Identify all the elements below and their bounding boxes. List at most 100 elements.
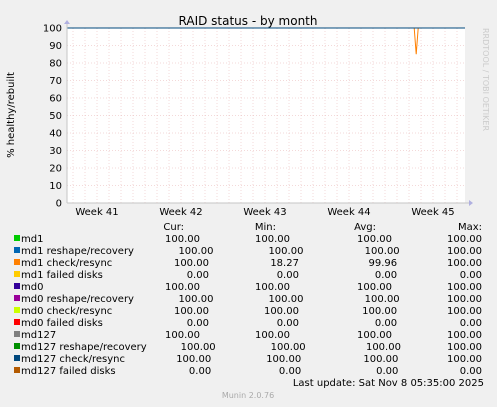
y-tick-label: 100 [43, 24, 62, 35]
legend-value: 100.00 [266, 354, 301, 365]
legend-label: md0 failed disks [21, 318, 103, 329]
legend-label: md0 [21, 282, 43, 293]
munin-graph: RAID status - by month % healthy/rebuilt… [0, 0, 497, 407]
legend-label: md1 reshape/recovery [21, 246, 134, 257]
legend-value: 0.00 [189, 366, 211, 377]
legend-value: 100.00 [447, 330, 482, 341]
legend-value: 100.00 [271, 342, 306, 353]
legend-value: 0.00 [187, 270, 209, 281]
y-tick-labels: 0 10 20 30 40 50 60 70 80 90 100 [43, 24, 62, 210]
legend-value: 100.00 [447, 306, 482, 317]
legend-value: 0.00 [375, 270, 397, 281]
y-axis-arrow [64, 20, 70, 24]
legend-value: 0.00 [277, 318, 299, 329]
y-tick-label: 60 [49, 94, 62, 105]
legend-swatch [14, 307, 20, 313]
legend-value: 100.00 [255, 330, 290, 341]
y-tick-label: 80 [49, 59, 62, 70]
legend-value: 100.00 [357, 282, 392, 293]
legend-value: 100.00 [181, 342, 216, 353]
legend-label: md0 reshape/recovery [21, 294, 134, 305]
legend-value: 100.00 [268, 294, 303, 305]
legend-value: 100.00 [176, 354, 211, 365]
legend-value: 100.00 [357, 234, 392, 245]
legend-swatch [14, 343, 20, 349]
x-tick-label: Week 44 [327, 207, 370, 218]
legend-value: 100.00 [178, 246, 213, 257]
y-tick-label: 20 [49, 164, 62, 175]
y-tick-label: 90 [49, 41, 62, 52]
legend-swatch [14, 331, 20, 337]
legend-value: 100.00 [255, 282, 290, 293]
legend-label: md1 [21, 234, 43, 245]
legend-value: 100.00 [255, 234, 290, 245]
legend-value: 100.00 [366, 342, 401, 353]
legend-swatch [14, 271, 20, 277]
x-tick-label: Week 42 [159, 207, 202, 218]
legend-swatch [14, 283, 20, 289]
legend-value: 0.00 [375, 318, 397, 329]
legend-value: 100.00 [447, 354, 482, 365]
x-axis-arrow [469, 200, 473, 206]
legend-value: 100.00 [174, 258, 209, 269]
x-tick-label: Week 43 [243, 207, 286, 218]
legend-value: 100.00 [365, 246, 400, 257]
legend-swatch [14, 235, 20, 241]
munin-footer: Munin 2.0.76 [222, 391, 274, 400]
y-tick-label: 0 [56, 199, 62, 210]
legend-value: 100.00 [447, 282, 482, 293]
legend-value: 100.00 [165, 282, 200, 293]
legend-value: 100.00 [178, 294, 213, 305]
table-header: Max: [458, 222, 482, 233]
legend-value: 100.00 [447, 246, 482, 257]
y-tick-label: 40 [49, 129, 62, 140]
legend-label: md127 failed disks [21, 366, 116, 377]
legend-label: md0 check/resync [21, 306, 112, 317]
x-tick-labels: Week 41 Week 42 Week 43 Week 44 Week 45 [75, 207, 454, 218]
legend-label: md127 reshape/recovery [21, 342, 147, 353]
legend-value: 0.00 [279, 366, 301, 377]
x-tick-label: Week 41 [75, 207, 118, 218]
legend-value: 100.00 [362, 306, 397, 317]
legend-swatch [14, 247, 20, 253]
legend-swatch [14, 367, 20, 373]
legend-value: 0.00 [277, 270, 299, 281]
table-header: Avg: [354, 222, 376, 233]
y-axis-label: % healthy/rebuilt [6, 72, 17, 158]
legend-value: 100.00 [363, 354, 398, 365]
rrdtool-side-label: RRDTOOL / TOBI OETIKER [481, 28, 490, 131]
legend-table: Cur: Min: Avg: Max:md1 100.00 100.00 100.00 100… [14, 222, 482, 377]
legend-value: 100.00 [165, 234, 200, 245]
x-tick-label: Week 45 [411, 207, 454, 218]
legend-value: 100.00 [447, 294, 482, 305]
legend-value: 100.00 [447, 234, 482, 245]
legend-value: 0.00 [460, 318, 482, 329]
y-tick-label: 30 [49, 146, 62, 157]
legend-label: md1 check/resync [21, 258, 112, 269]
legend-value: 100.00 [268, 246, 303, 257]
legend-value: 0.00 [460, 270, 482, 281]
legend-value: 100.00 [165, 330, 200, 341]
legend-swatch [14, 319, 20, 325]
legend-value: 100.00 [174, 306, 209, 317]
legend-value: 100.00 [447, 342, 482, 353]
last-update: Last update: Sat Nov 8 05:35:00 2025 [293, 378, 484, 389]
y-tick-label: 70 [49, 76, 62, 87]
y-tick-label: 10 [49, 181, 62, 192]
legend-label: md1 failed disks [21, 270, 103, 281]
legend-swatch [14, 355, 20, 361]
chart: RAID status - by month % healthy/rebuilt… [6, 14, 490, 400]
legend-value: 0.00 [187, 318, 209, 329]
legend-value: 18.27 [270, 258, 299, 269]
legend-value: 100.00 [365, 294, 400, 305]
legend-swatch [14, 259, 20, 265]
table-header: Min: [255, 222, 276, 233]
legend-value: 100.00 [447, 258, 482, 269]
y-tick-label: 50 [49, 111, 62, 122]
legend-value: 0.00 [460, 366, 482, 377]
legend-label: md127 check/resync [21, 354, 125, 365]
legend-value: 99.96 [368, 258, 397, 269]
table-header: Cur: [163, 222, 184, 233]
legend-value: 100.00 [264, 306, 299, 317]
legend-label: md127 [21, 330, 56, 341]
